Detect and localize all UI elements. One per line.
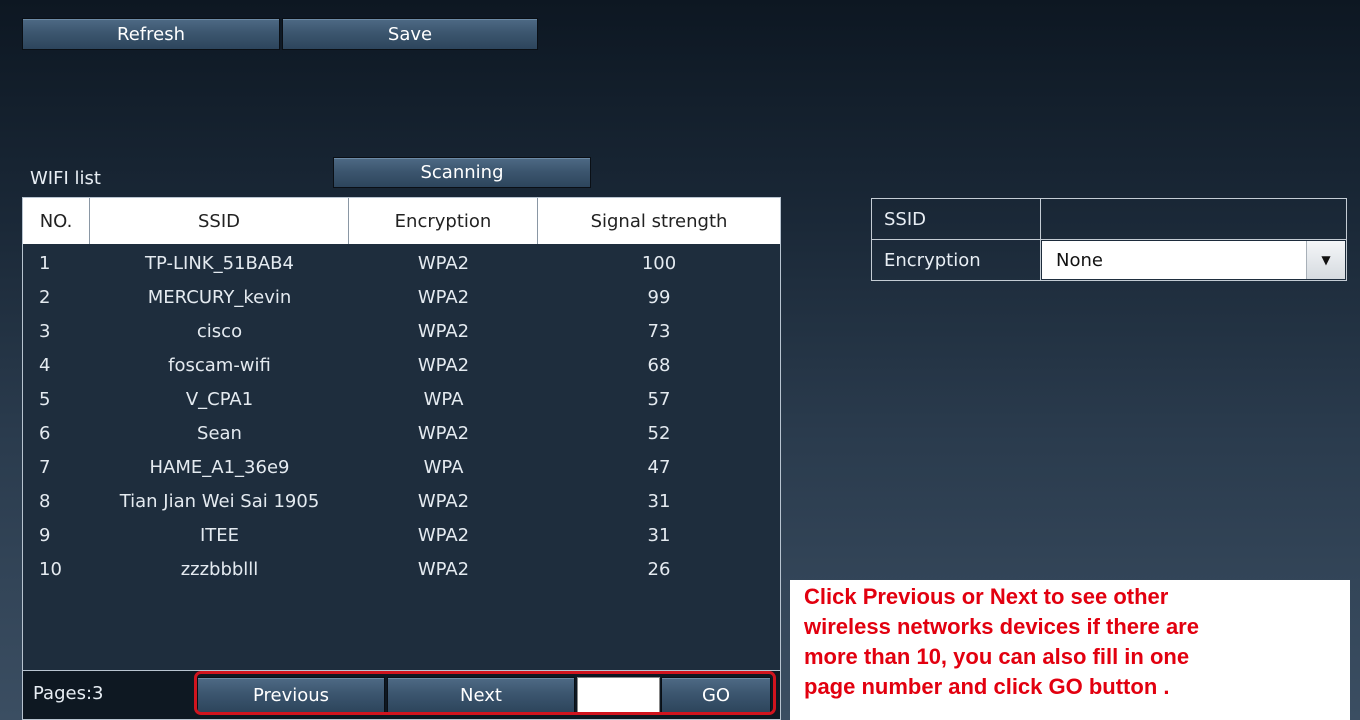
cell-no: 5 [39,388,51,410]
cell-signal: 99 [647,286,671,308]
table-row[interactable]: 1 TP-LINK_51BAB4 WPA2 100 [23,246,780,280]
cell-signal: 26 [647,558,671,580]
column-header-ssid: SSID [90,198,349,244]
encryption-select[interactable]: None ▼ [1042,241,1345,279]
pagination-highlight-outline [194,671,776,715]
cell-signal: 31 [647,524,671,546]
column-header-signal: Signal strength [590,210,728,232]
wifi-list-title: WIFI list [30,168,101,189]
cell-no: 7 [39,456,51,478]
table-row[interactable]: 7 HAME_A1_36e9 WPA 47 [23,450,780,484]
cell-encryption: WPA2 [417,252,470,274]
ssid-label: SSID [872,199,1041,239]
encryption-label: Encryption [872,240,1041,280]
cell-no: 6 [39,422,51,444]
cell-encryption: WPA2 [417,354,470,376]
cell-ssid: MERCURY_kevin [147,286,292,308]
cell-ssid: cisco [196,320,243,342]
wifi-config-form: SSID Encryption None ▼ [871,198,1347,281]
encryption-selected-value: None [1056,249,1103,271]
cell-signal: 68 [647,354,671,376]
cell-ssid: zzzbbblll [180,558,259,580]
cell-no: 10 [39,558,62,580]
table-row[interactable]: 4 foscam-wifi WPA2 68 [23,348,780,382]
ssid-input[interactable] [1041,199,1346,239]
cell-ssid: foscam-wifi [168,354,271,376]
pagination-bar: Pages:3 Previous Next GO [23,670,780,719]
table-row[interactable]: 8 Tian Jian Wei Sai 1905 WPA2 31 [23,484,780,518]
cell-ssid: TP-LINK_51BAB4 [145,252,294,274]
table-row[interactable]: 6 Sean WPA2 52 [23,416,780,450]
save-button[interactable]: Save [282,18,538,50]
cell-no: 3 [39,320,51,342]
cell-ssid: ITEE [199,524,240,546]
pages-count: Pages:3 [33,683,104,704]
cell-no: 8 [39,490,51,512]
wifi-table-header: NO. SSID Encryption Signal strength [23,198,780,244]
cell-signal: 73 [647,320,671,342]
ssid-row: SSID [872,199,1346,239]
cell-signal: 52 [647,422,671,444]
cell-signal: 57 [647,388,671,410]
wifi-table: NO. SSID Encryption Signal strength 1 TP-… [22,197,781,720]
cell-ssid: HAME_A1_36e9 [149,456,290,478]
column-header-encryption: Encryption [349,198,538,244]
table-row[interactable]: 5 V_CPA1 WPA 57 [23,382,780,416]
cell-encryption: WPA2 [417,320,470,342]
table-row[interactable]: 3 cisco WPA2 73 [23,314,780,348]
wifi-table-body: 1 TP-LINK_51BAB4 WPA2 100 2 MERCURY_kevin WPA2… [23,246,780,586]
scan-button[interactable]: Scanning [333,157,591,188]
cell-signal: 31 [647,490,671,512]
column-header-no: NO. [23,198,90,244]
cell-ssid: Sean [197,422,242,444]
cell-no: 9 [39,524,51,546]
cell-encryption: WPA [423,456,464,478]
cell-encryption: WPA2 [417,490,470,512]
cell-encryption: WPA2 [417,558,470,580]
table-row[interactable]: 10 zzzbbblll WPA2 26 [23,552,780,586]
cell-no: 4 [39,354,51,376]
cell-encryption: WPA2 [417,524,470,546]
cell-no: 2 [39,286,51,308]
cell-signal: 47 [647,456,671,478]
cell-encryption: WPA2 [417,422,470,444]
table-row[interactable]: 2 MERCURY_kevin WPA2 99 [23,280,780,314]
cell-ssid: V_CPA1 [185,388,254,410]
cell-no: 1 [39,252,51,274]
encryption-row: Encryption None ▼ [872,239,1346,280]
cell-encryption: WPA2 [417,286,470,308]
table-row[interactable]: 9 ITEE WPA2 31 [23,518,780,552]
cell-signal: 100 [641,252,677,274]
refresh-button[interactable]: Refresh [22,18,280,50]
dropdown-arrow-icon[interactable]: ▼ [1306,241,1345,279]
cell-ssid: Tian Jian Wei Sai 1905 [119,490,320,512]
instruction-callout: Click Previous or Next to see other wire… [790,580,1350,720]
cell-encryption: WPA [423,388,464,410]
